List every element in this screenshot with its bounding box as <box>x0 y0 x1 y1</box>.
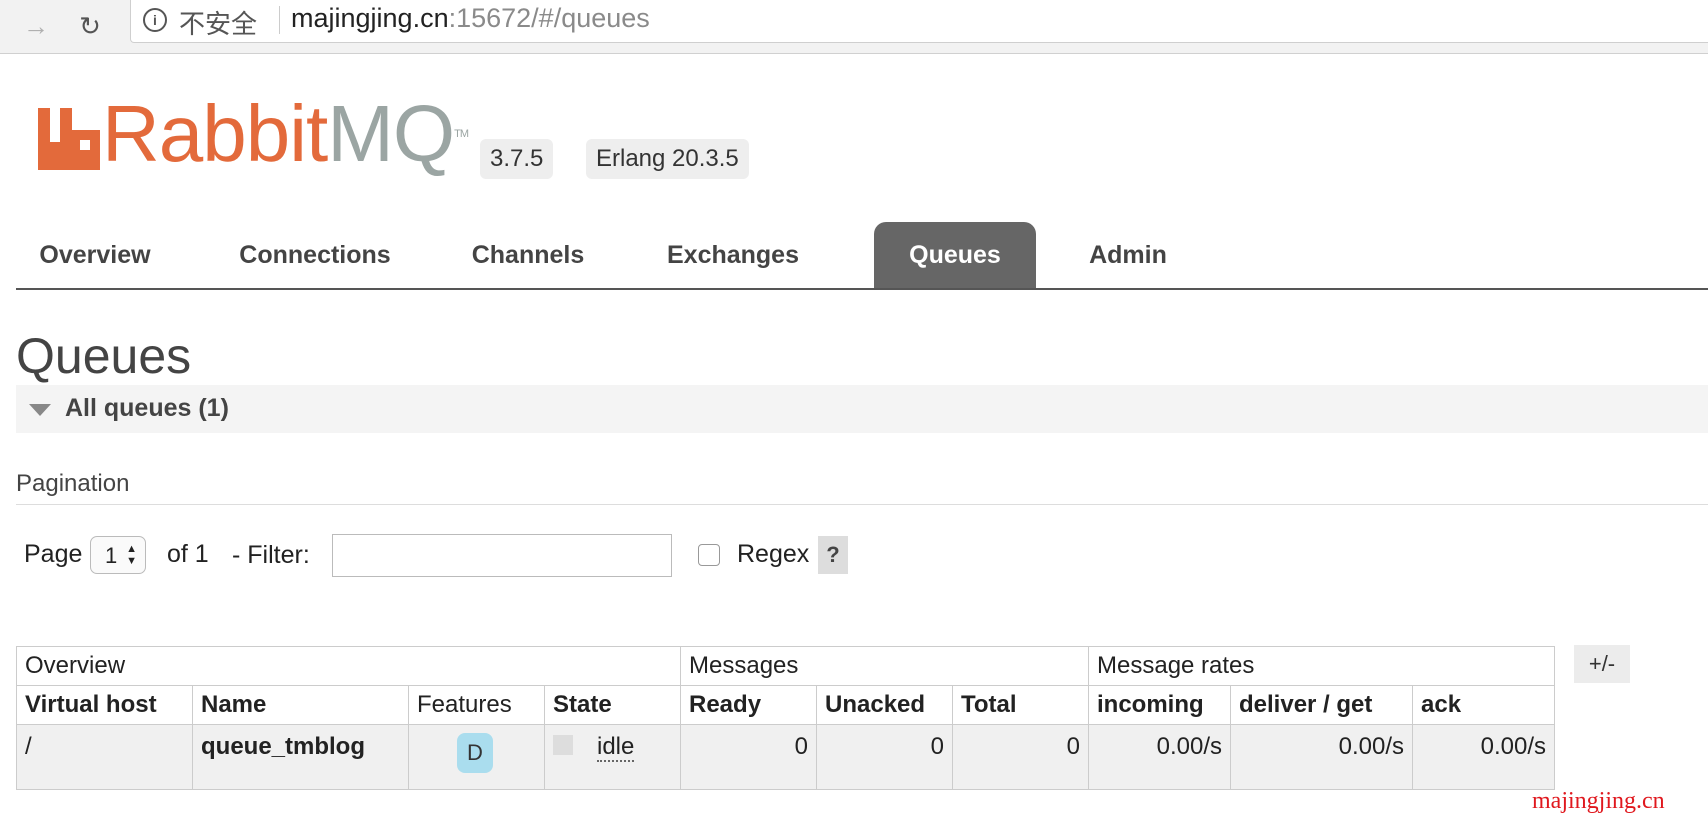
watermark: majingjing.cn <box>1532 788 1665 814</box>
tab-admin[interactable]: Admin <box>1072 222 1184 288</box>
group-header-messages: Messages <box>680 646 1089 686</box>
regex-help-button[interactable]: ? <box>818 536 848 574</box>
url-text[interactable]: majingjing.cn:15672/#/queues <box>291 3 650 34</box>
regex-label: Regex <box>737 540 810 568</box>
queue-name-link[interactable]: queue_tmblog <box>192 724 409 790</box>
column-header-deliver-get[interactable]: deliver / get <box>1230 685 1413 725</box>
column-header-state[interactable]: State <box>544 685 681 725</box>
cell-features: D <box>408 724 545 790</box>
group-header-overview: Overview <box>16 646 681 686</box>
logo-mq-text: MQ <box>327 89 455 178</box>
table-row[interactable]: / queue_tmblog D idle 0 0 0 0.00/s 0.00/… <box>16 724 1555 790</box>
column-header-ack[interactable]: ack <box>1412 685 1555 725</box>
reload-icon[interactable]: ↻ <box>74 10 106 42</box>
logo-wordmark: RabbitMQTM <box>102 94 469 174</box>
table-group-header-row: Overview Messages Message rates <box>16 646 1555 686</box>
logo-tm-text: TM <box>454 128 469 140</box>
address-separator <box>279 6 280 34</box>
forward-icon[interactable]: → <box>20 10 52 42</box>
tab-connections[interactable]: Connections <box>220 222 410 288</box>
cell-ack: 0.00/s <box>1412 724 1555 790</box>
state-text: idle <box>597 733 635 762</box>
select-arrows-icon: ▲ ▼ <box>126 543 137 567</box>
erlang-badge: Erlang 20.3.5 <box>586 139 749 179</box>
column-header-incoming[interactable]: incoming <box>1088 685 1231 725</box>
state-indicator <box>553 735 573 755</box>
pagination-label: Pagination <box>16 470 130 497</box>
filter-label: - Filter: <box>232 541 310 569</box>
page-count-label: of 1 <box>167 540 209 568</box>
cell-incoming: 0.00/s <box>1088 724 1231 790</box>
cell-total: 0 <box>952 724 1089 790</box>
version-badge: 3.7.5 <box>480 139 554 179</box>
column-header-virtual-host[interactable]: Virtual host <box>16 685 193 725</box>
tab-queues[interactable]: Queues <box>874 222 1036 288</box>
column-header-ready[interactable]: Ready <box>680 685 817 725</box>
section-title: All queues (1) <box>65 394 229 422</box>
url-host: majingjing.cn <box>291 3 449 33</box>
browser-toolbar: → ↻ i 不安全 majingjing.cn:15672/#/queues <box>0 0 1708 54</box>
cell-state: idle <box>544 724 681 790</box>
column-header-unacked[interactable]: Unacked <box>816 685 953 725</box>
group-header-message-rates: Message rates <box>1088 646 1555 686</box>
rabbit-logo-icon <box>38 108 100 170</box>
page-label: Page <box>24 540 83 568</box>
info-icon[interactable]: i <box>143 8 167 32</box>
tab-overview[interactable]: Overview <box>16 222 174 288</box>
cell-virtual-host: / <box>16 724 193 790</box>
table-column-header-row: Virtual host Name Features State Ready U… <box>16 685 1555 725</box>
main-tabs: Overview Connections Channels Exchanges … <box>16 222 1708 290</box>
cell-ready: 0 <box>680 724 817 790</box>
column-header-total[interactable]: Total <box>952 685 1089 725</box>
durable-feature-badge: D <box>457 733 493 773</box>
column-header-features: Features <box>408 685 545 725</box>
page-select[interactable]: 1 ▲ ▼ <box>90 536 146 574</box>
pagination-divider <box>16 504 1708 505</box>
page-select-value: 1 <box>105 543 118 568</box>
tab-exchanges[interactable]: Exchanges <box>638 222 828 288</box>
logo-rabbit-text: Rabbit <box>102 89 328 178</box>
url-path: :15672/#/queues <box>448 3 650 33</box>
filter-input[interactable] <box>332 534 672 577</box>
toggle-columns-button[interactable]: +/- <box>1574 645 1630 683</box>
tab-channels[interactable]: Channels <box>448 222 608 288</box>
cell-deliver-get: 0.00/s <box>1230 724 1413 790</box>
triangle-down-icon <box>29 404 51 416</box>
address-bar[interactable]: i 不安全 majingjing.cn:15672/#/queues <box>130 0 1708 43</box>
page-title: Queues <box>16 328 192 384</box>
insecure-label: 不安全 <box>179 10 258 40</box>
all-queues-toggle[interactable]: All queues (1) <box>16 385 1708 433</box>
cell-unacked: 0 <box>816 724 953 790</box>
column-header-name[interactable]: Name <box>192 685 409 725</box>
queues-table: Overview Messages Message rates Virtual … <box>16 646 1555 790</box>
regex-checkbox[interactable] <box>698 544 720 566</box>
